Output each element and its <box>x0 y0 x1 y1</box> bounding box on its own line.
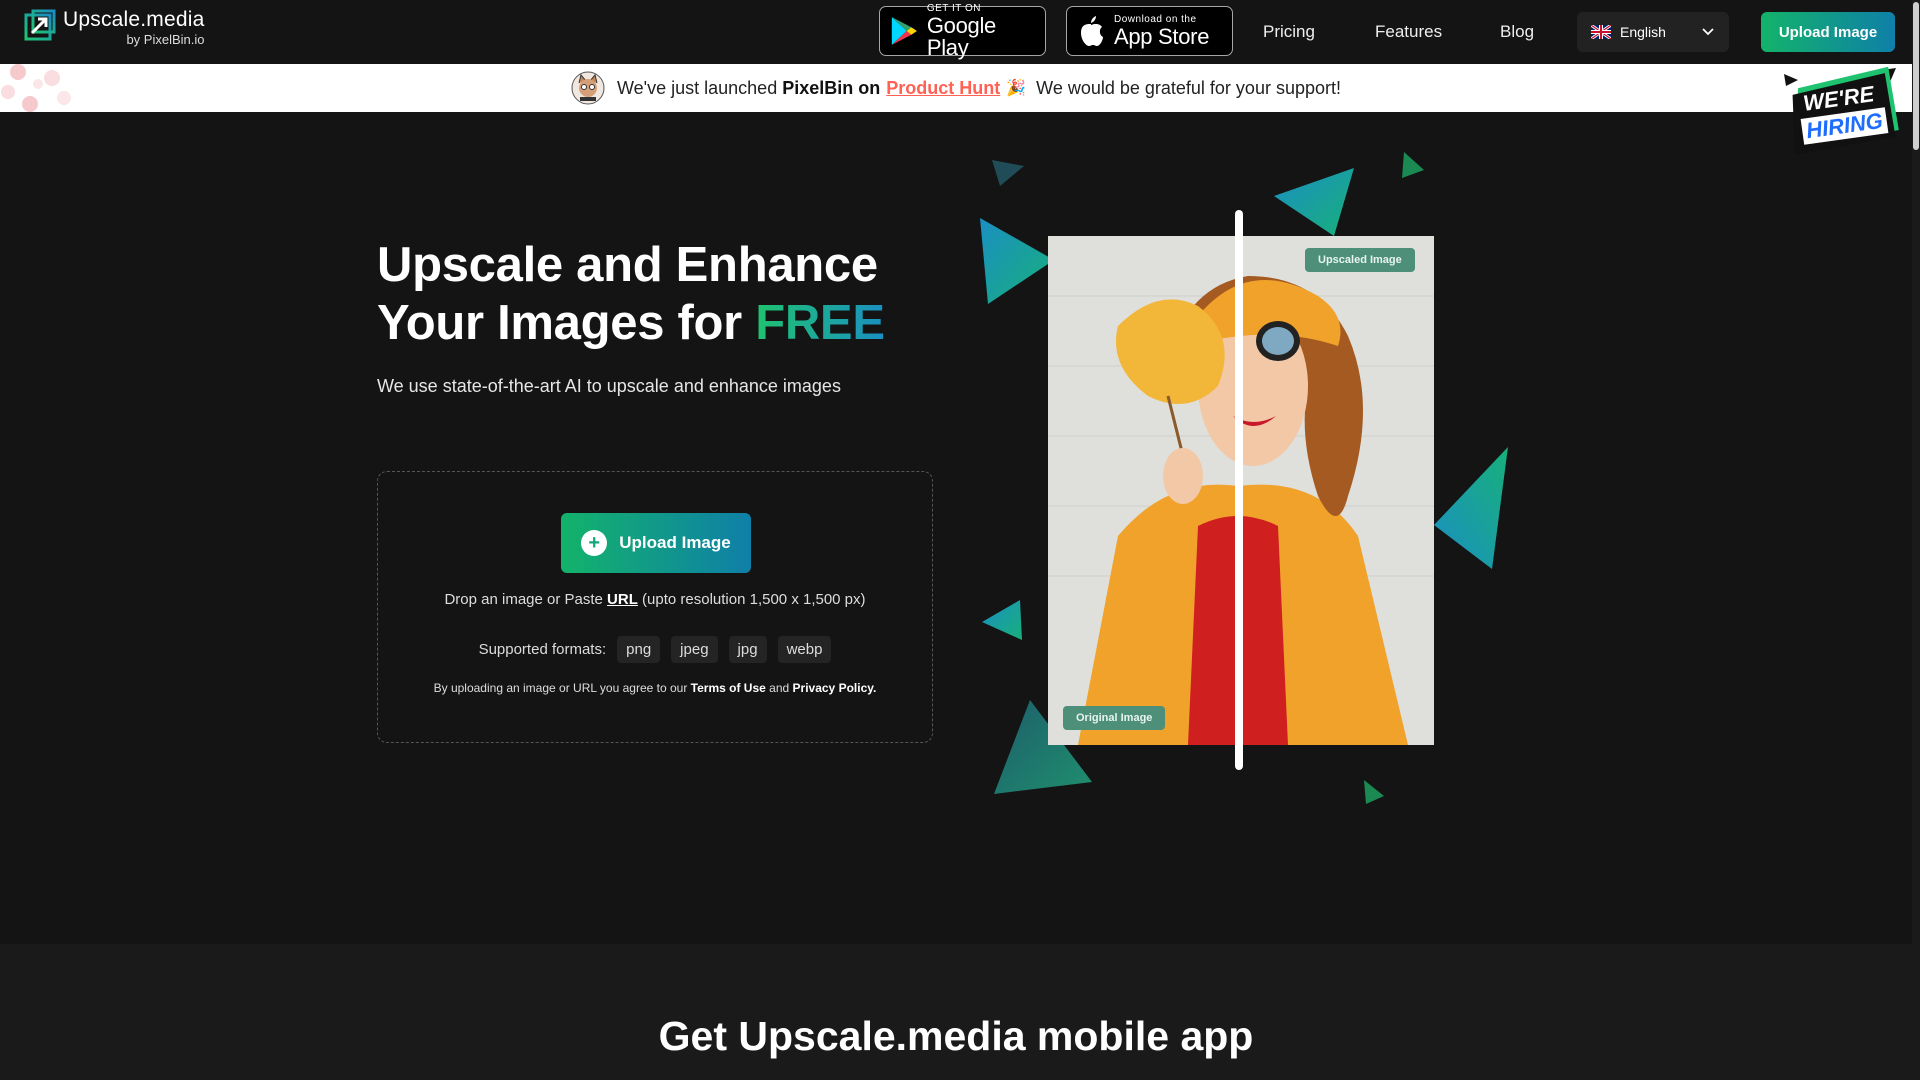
hero-title-line2: Your Images for <box>377 296 742 350</box>
format-badge: jpeg <box>671 636 718 663</box>
format-badge: webp <box>777 636 832 663</box>
plus-icon: + <box>581 530 608 556</box>
google-play-big: Google Play <box>926 12 996 60</box>
comparison-slider-handle[interactable] <box>1235 210 1243 770</box>
format-badge: jpg <box>728 636 767 663</box>
drop-text: Drop an image or Paste <box>444 591 603 608</box>
original-image-label: Original Image <box>1063 706 1166 730</box>
hero-subtitle: We use state-of-the-art AI to upscale an… <box>377 376 841 396</box>
header-upload-button[interactable]: Upload Image <box>1761 12 1895 52</box>
language-label: English <box>1620 24 1666 40</box>
decorative-triangle <box>1434 447 1508 569</box>
nav-blog[interactable]: Blog <box>1500 22 1534 42</box>
hero-title-line1: Upscale and Enhance <box>377 238 878 292</box>
terms-and: and <box>769 681 790 695</box>
terms-of-use-link[interactable]: Terms of Use <box>691 681 766 695</box>
banner-prefix: We've just launched <box>617 77 778 98</box>
decorative-triangle <box>1402 152 1424 178</box>
language-selector[interactable]: English <box>1577 12 1729 52</box>
hero-title: Upscale and Enhance Your Images for FREE <box>377 236 885 352</box>
page-scrollbar[interactable] <box>1912 0 1920 1080</box>
terms-prefix: By uploading an image or URL you agree t… <box>433 681 688 695</box>
party-icon: 🎉 <box>1006 80 1027 97</box>
app-store-small: Download on the <box>1114 13 1197 25</box>
logo-icon <box>24 9 56 41</box>
decorative-triangle <box>1364 780 1384 804</box>
resolution-text: (upto resolution 1,500 x 1,500 px) <box>642 591 866 608</box>
logo-name: Upscale.media <box>63 8 205 31</box>
google-play-button[interactable]: GET IT ON Google Play <box>879 2 1046 60</box>
apple-icon <box>1081 16 1103 46</box>
logo[interactable]: Upscale.media by PixelBin.io <box>24 9 205 46</box>
upload-image-label: Upload Image <box>619 533 731 552</box>
announcement-banner: We've just launched PixelBin on Product … <box>0 64 1912 112</box>
upload-image-button[interactable]: + Upload Image <box>561 513 751 573</box>
terms-notice: By uploading an image or URL you agree t… <box>378 681 932 695</box>
nav-features[interactable]: Features <box>1375 22 1442 42</box>
supported-formats: Supported formats: png jpeg jpg webp <box>378 636 932 663</box>
decorative-triangle <box>992 160 1024 186</box>
decorative-triangle <box>982 600 1022 640</box>
app-store-button[interactable]: Download on the App Store <box>1066 6 1233 56</box>
upload-dropzone[interactable]: + Upload Image Drop an image or Paste UR… <box>377 471 933 743</box>
google-play-icon <box>891 17 917 45</box>
banner-brand: PixelBin on <box>782 77 881 98</box>
nav-pricing[interactable]: Pricing <box>1263 22 1315 42</box>
kitty-avatar-icon <box>571 71 605 105</box>
hiring-badge[interactable]: WE'RE HIRING <box>1780 66 1900 156</box>
google-play-small: GET IT ON <box>926 2 981 14</box>
mobile-app-title: Get Upscale.media mobile app <box>658 1013 1254 1059</box>
decorative-dots <box>1 64 71 112</box>
scrollbar-thumb[interactable] <box>1913 2 1919 150</box>
drop-instructions: Drop an image or Paste URL (upto resolut… <box>378 591 932 608</box>
uk-flag-icon <box>1591 25 1611 39</box>
decorative-triangle <box>1274 168 1354 236</box>
product-hunt-link[interactable]: Product Hunt <box>886 78 1000 99</box>
privacy-policy-link[interactable]: Privacy Policy. <box>793 681 877 695</box>
hero-title-highlight: FREE <box>755 296 885 350</box>
chevron-down-icon <box>1702 28 1714 36</box>
logo-byline: by PixelBin.io <box>126 32 205 47</box>
site-header: Upscale.media by PixelBin.io GET IT ON G… <box>0 0 1920 65</box>
format-badge: png <box>617 636 661 663</box>
decorative-triangle <box>980 218 1054 304</box>
paste-url-link[interactable]: URL <box>607 591 638 608</box>
banner-suffix: We would be grateful for your support! <box>1036 77 1341 98</box>
formats-label: Supported formats: <box>478 641 607 658</box>
upscaled-image-label: Upscaled Image <box>1305 248 1415 272</box>
app-store-big: App Store <box>1114 23 1210 49</box>
